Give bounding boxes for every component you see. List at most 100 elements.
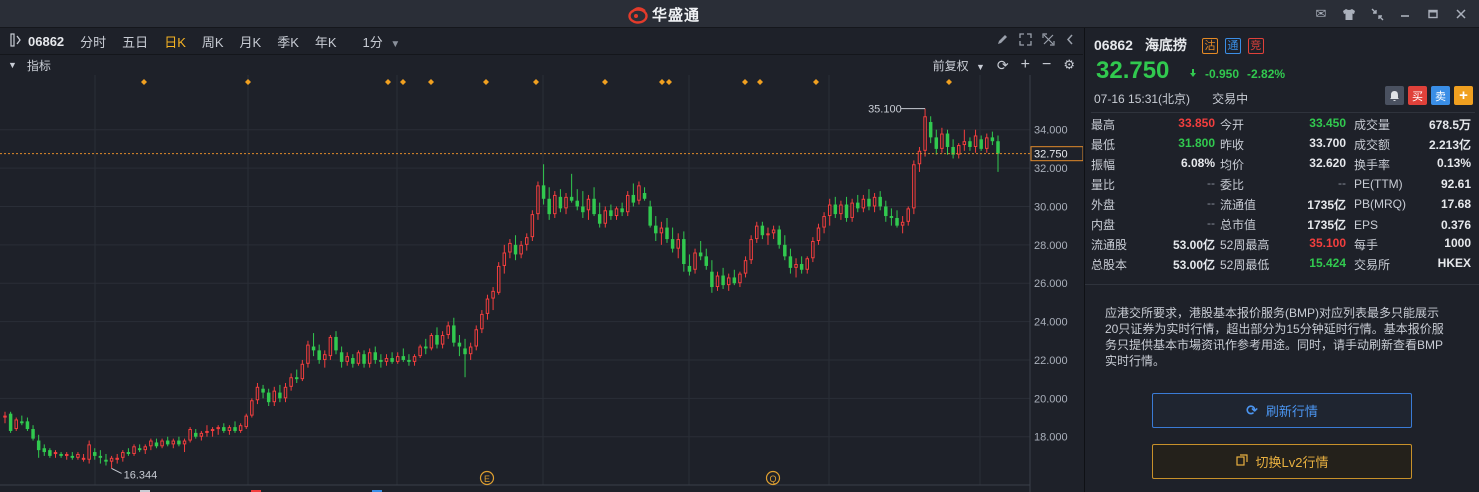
zoom-in-icon[interactable]: + [1021, 56, 1030, 74]
candle-body [356, 352, 361, 364]
tab-period-0[interactable]: 分时 [80, 32, 106, 51]
stat-value: 1735亿 [1307, 218, 1346, 233]
candle-body [424, 346, 428, 349]
fullscreen-icon[interactable] [1042, 33, 1055, 49]
candle-body [283, 386, 288, 399]
candle-body [586, 198, 591, 211]
stat-cell: 52周最低 15.424 [1219, 256, 1350, 273]
stat-value: 15.424 [1309, 256, 1346, 271]
candle-body [31, 429, 35, 439]
stat-label: 52周最低 [1220, 258, 1270, 273]
stat-value: 33.850 [1178, 115, 1215, 130]
y-tick-label: 24.000 [1034, 317, 1068, 329]
stat-value: 1000 [1444, 236, 1471, 251]
close-icon[interactable] [1451, 4, 1471, 24]
alert-bell-icon[interactable] [1385, 86, 1404, 105]
tab-period-3[interactable]: 周K [202, 32, 224, 51]
tab-period-6[interactable]: 年K [315, 32, 337, 51]
zoom-out-icon[interactable]: − [1042, 56, 1051, 74]
kline-chart[interactable]: 34.000 32.000 30.000 28.000 26.000 24.000 22.0… [0, 75, 1083, 492]
last-price: 32.750 [1096, 57, 1170, 84]
stat-cell: 换手率 0.13% [1350, 156, 1475, 173]
stat-value: 53.00亿 [1172, 258, 1215, 273]
candle-body [418, 346, 422, 357]
app-name: 华盛通 [652, 7, 701, 24]
y-tick-label: 18.000 [1034, 432, 1068, 444]
tab-period-2[interactable]: 日K [164, 32, 186, 51]
candle-body [233, 427, 237, 431]
y-tick-label: 32.000 [1034, 163, 1068, 175]
minute-select[interactable]: 1分 ▼ [363, 32, 401, 51]
candle-body [962, 141, 967, 146]
stat-value: 678.5万 [1428, 117, 1471, 132]
refresh-icon[interactable]: ⟳ [997, 57, 1009, 74]
candle-body [25, 421, 30, 430]
candle-body [564, 196, 568, 209]
switch-lv2-button[interactable]: 切换Lv2行情 [1152, 444, 1412, 479]
maximize-icon[interactable] [1423, 4, 1443, 24]
candle-body [642, 193, 647, 199]
shrink-icon[interactable] [1367, 4, 1387, 24]
candle-body [827, 204, 832, 217]
stat-label: 每手 [1354, 238, 1379, 253]
stat-cell: 交易所 HKEX [1350, 256, 1475, 273]
candle-body [861, 198, 866, 209]
stat-cell: 成交额 2.213亿 [1350, 136, 1475, 153]
tab-period-5[interactable]: 季K [277, 32, 299, 51]
add-watchlist-button[interactable]: + [1454, 86, 1473, 105]
stat-label: 流通股 [1091, 238, 1128, 253]
pen-icon[interactable] [996, 33, 1009, 49]
buy-button[interactable]: 买 [1408, 86, 1427, 105]
candle-body [160, 440, 164, 447]
candle-body [609, 210, 613, 217]
expand-icon[interactable] [1019, 33, 1032, 49]
switch-lv2-label: 切换Lv2行情 [1255, 455, 1329, 470]
candle-body [412, 356, 417, 362]
candle-body [777, 229, 781, 245]
toolbar-code: 06862 [28, 33, 65, 49]
stat-label: EPS [1354, 217, 1379, 232]
candle-body [20, 421, 24, 424]
collapse-panel-icon[interactable] [1065, 33, 1075, 49]
candle-body [300, 363, 305, 380]
quote-tags: 沽 通 竞 [1199, 36, 1264, 54]
settings-icon[interactable]: ⚙ [1063, 57, 1075, 73]
candle-body [940, 133, 944, 149]
refresh-quote-label: 刷新行情 [1265, 404, 1318, 419]
candle-body [979, 139, 983, 149]
candle-body [749, 239, 753, 261]
y-tick-label: 34.000 [1034, 125, 1068, 137]
adjust-select[interactable]: 前复权 ▼ [933, 57, 985, 74]
candle-body [816, 227, 821, 241]
stat-cell: 总股本 53.00亿 [1091, 256, 1219, 273]
candle-body [945, 133, 950, 147]
candle-body [906, 208, 910, 222]
indicator-label[interactable]: 指标 [27, 57, 51, 74]
candle-body [631, 194, 636, 203]
symbol-selector[interactable]: 06862 [10, 32, 65, 50]
stat-label: 最高 [1091, 117, 1116, 132]
candle-body [530, 214, 535, 238]
candle-body [766, 233, 770, 236]
candle-body [637, 185, 641, 201]
sell-button[interactable]: 卖 [1431, 86, 1450, 105]
candle-body [491, 290, 495, 299]
caret-down-icon[interactable]: ▼ [8, 60, 17, 70]
stat-cell: EPS 0.376 [1350, 218, 1475, 232]
tab-period-1[interactable]: 五日 [122, 32, 148, 51]
candle-body [205, 430, 209, 433]
candle-body [704, 256, 709, 266]
sidebar-toggle-icon[interactable] [10, 32, 22, 50]
refresh-quote-button[interactable]: ⟳ 刷新行情 [1152, 393, 1412, 428]
minimize-icon[interactable] [1395, 4, 1415, 24]
candle-body [968, 141, 972, 147]
candle-body [154, 442, 159, 447]
title-bar: 华盛通 ✉ [0, 0, 1479, 28]
candle-body [222, 427, 226, 431]
candle-body [165, 440, 170, 445]
mail-icon[interactable]: ✉ [1311, 4, 1331, 24]
tab-period-4[interactable]: 月K [240, 32, 262, 51]
shirt-icon[interactable] [1339, 4, 1359, 24]
stat-label: 内盘 [1091, 218, 1116, 233]
stats-row: 流通股 53.00亿 52周最高 35.100 每手 1000 [1091, 235, 1475, 255]
